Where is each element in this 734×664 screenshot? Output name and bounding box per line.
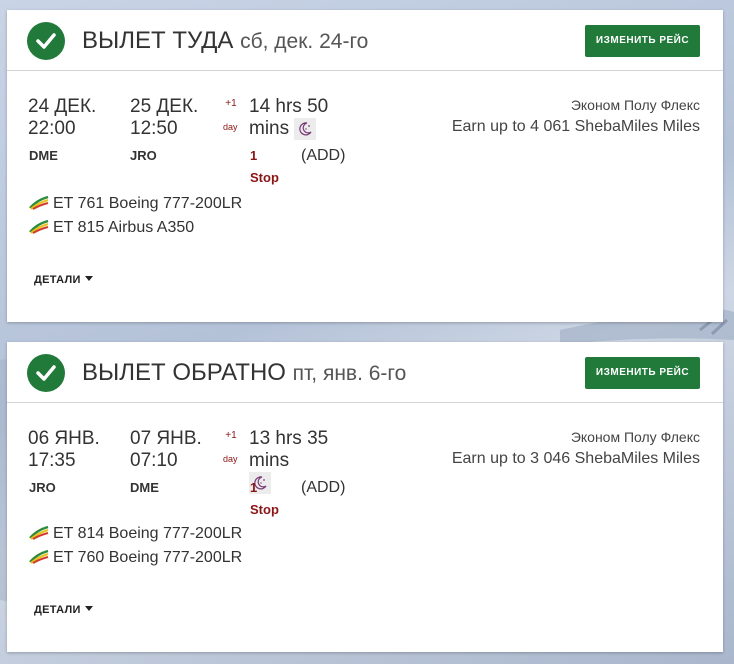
duration-line-2: mins	[249, 118, 290, 140]
change-flight-button[interactable]: Изменить рейс	[585, 25, 700, 57]
stops-label[interactable]: Stop	[250, 502, 279, 517]
duration-line-1: 13 hrs 35 mins	[249, 428, 329, 471]
outbound-card-header: ВЫЛЕТ ТУДА сб, дек. 24-го Изменить рейс	[7, 10, 723, 71]
inbound-flight-card: ВЫЛЕТ ОБРАТНО пт, янв. 6-го Изменить рей…	[7, 342, 723, 652]
departure-datetime: 06 ЯНВ. 17:35	[28, 428, 123, 472]
outbound-header-date: сб, дек. 24-го	[240, 30, 369, 53]
ethiopian-airlines-logo-icon	[29, 219, 49, 239]
ethiopian-airlines-logo-icon	[29, 195, 49, 215]
duration-line-1: 14 hrs 50	[249, 96, 329, 117]
ethiopian-airlines-logo-icon	[29, 525, 49, 545]
check-circle-icon	[27, 22, 65, 60]
departure-date: 06 ЯНВ.	[28, 428, 100, 449]
flight-duration: 14 hrs 50 mins	[249, 96, 329, 140]
stop-airport: (ADD)	[301, 479, 346, 496]
stops-count[interactable]: 1	[250, 148, 257, 163]
day-offset-label: day	[223, 122, 238, 132]
details-toggle[interactable]: ДЕТАЛИ	[34, 274, 93, 286]
details-toggle[interactable]: ДЕТАЛИ	[34, 604, 93, 616]
caret-down-icon	[84, 276, 93, 281]
flight-segment: ET 815 Airbus A350	[29, 219, 194, 239]
caret-down-icon	[84, 606, 93, 611]
arrival-date: 25 ДЕК.	[130, 96, 199, 117]
arrival-datetime: 25 ДЕК. 12:50	[130, 96, 225, 140]
day-offset: +1	[225, 430, 237, 441]
departure-airport: DME	[29, 148, 58, 163]
ethiopian-airlines-logo-icon	[29, 549, 49, 569]
outbound-title: ВЫЛЕТ ТУДА сб, дек. 24-го	[82, 27, 369, 54]
arrival-date: 07 ЯНВ.	[130, 428, 202, 449]
check-circle-icon	[27, 354, 65, 392]
day-offset: +1	[225, 98, 237, 109]
arrival-time: 07:10	[130, 450, 178, 471]
departure-airport: JRO	[29, 480, 56, 495]
flight-segment: ET 814 Boeing 777-200LR	[29, 525, 242, 545]
flight-segment-label: ET 814 Boeing 777-200LR	[53, 525, 243, 542]
flight-segment-label: ET 815 Airbus A350	[53, 219, 195, 236]
arrival-airport: JRO	[130, 148, 157, 163]
departure-time: 22:00	[28, 118, 76, 139]
departure-time: 17:35	[28, 450, 76, 471]
change-flight-button[interactable]: Изменить рейс	[585, 357, 700, 389]
stops-count[interactable]: 1	[250, 480, 257, 495]
departure-date: 24 ДЕК.	[28, 96, 97, 117]
arrival-datetime: 07 ЯНВ. 07:10	[130, 428, 225, 472]
stop-airport: (ADD)	[301, 147, 346, 164]
flight-segment-label: ET 761 Boeing 777-200LR	[53, 195, 243, 212]
moon-stars-icon	[294, 118, 317, 140]
arrival-time: 12:50	[130, 118, 178, 139]
arrival-airport: DME	[130, 480, 159, 495]
fare-name: Эконом Полу Флекс	[570, 429, 700, 445]
miles-earned: Earn up to 4 061 ShebaMiles Miles	[451, 118, 700, 135]
fare-name: Эконом Полу Флекс	[570, 97, 700, 113]
outbound-flight-card: ВЫЛЕТ ТУДА сб, дек. 24-го Изменить рейс …	[7, 10, 723, 322]
flight-segment: ET 760 Boeing 777-200LR	[29, 549, 242, 569]
departure-datetime: 24 ДЕК. 22:00	[28, 96, 123, 140]
details-label: ДЕТАЛИ	[34, 274, 81, 286]
stops-label[interactable]: Stop	[250, 170, 279, 185]
miles-earned: Earn up to 3 046 ShebaMiles Miles	[451, 450, 700, 467]
inbound-title: ВЫЛЕТ ОБРАТНО пт, янв. 6-го	[82, 359, 407, 386]
details-label: ДЕТАЛИ	[34, 604, 81, 616]
inbound-card-header: ВЫЛЕТ ОБРАТНО пт, янв. 6-го Изменить рей…	[7, 342, 723, 403]
flight-segment-label: ET 760 Boeing 777-200LR	[53, 549, 243, 566]
day-offset-label: day	[223, 454, 238, 464]
flight-segment: ET 761 Boeing 777-200LR	[29, 195, 242, 215]
inbound-header-date: пт, янв. 6-го	[292, 362, 407, 385]
